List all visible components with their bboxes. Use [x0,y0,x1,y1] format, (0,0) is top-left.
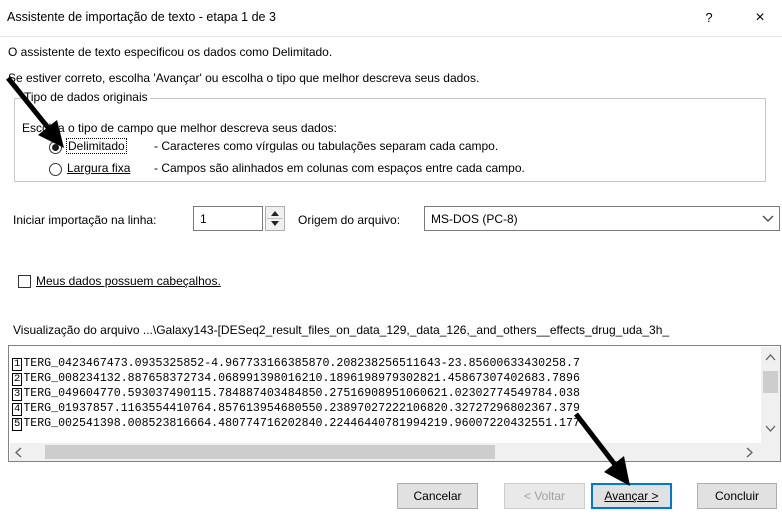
scrollbar-corner [761,435,780,461]
finish-button-label: Concluir [714,489,759,503]
preview-row-text: TERG_002541398.008523816664.480774716202… [23,417,580,430]
file-preview[interactable]: 1 TERG_0423467473.0935325852-4.9677331663… [8,345,781,462]
preview-label: Visualização do arquivo ...\Galaxy143-[D… [13,323,670,337]
preview-row-text: TERG_049604770.593037490115.784887403484… [23,387,580,400]
preview-row-number: 4 [12,403,23,416]
start-row-input[interactable]: 1 [193,206,263,231]
radio-fixed-width[interactable] [49,163,62,176]
preview-row-number: 5 [12,418,23,431]
scroll-up-icon[interactable] [765,353,776,361]
intro-line-1: O assistente de texto especificou os dad… [8,45,333,59]
preview-row-number: 3 [12,388,23,401]
finish-button[interactable]: Concluir [697,483,777,509]
start-row-label: Iniciar importação na linha: [13,213,157,227]
preview-row-number: 2 [12,373,23,386]
option-delimited-description: - Caracteres como vírgulas ou tabulações… [154,139,499,153]
file-origin-select[interactable]: MS-DOS (PC-8) [424,206,780,231]
cancel-button[interactable]: Cancelar [397,483,478,509]
preview-row-text: TERG_01937857.1163554410764.857613954680… [23,402,580,415]
headers-checkbox-label[interactable]: Meus dados possuem cabeçalhos. [36,274,221,288]
close-button[interactable]: × [748,7,772,29]
option-fixed-width-description: - Campos são alinhados em colunas com es… [154,161,525,175]
preview-horizontal-scrollbar[interactable] [10,443,761,461]
scroll-right-icon[interactable] [746,447,754,458]
window-title: Assistente de importação de texto - etap… [7,10,276,24]
file-origin-label: Origem do arquivo: [298,213,401,227]
preview-row: 3 TERG_049604770.593037490115.78488740348… [12,386,580,401]
preview-row: 2 TERG_008234132.887658372734.06899139801… [12,371,580,386]
option-fixed-width-label[interactable]: Largura fixa [67,161,130,175]
preview-row: 4 TERG_01937857.1163554410764.85761395468… [12,401,580,416]
spinner-arrows-icon [267,211,283,226]
chevron-down-icon [762,215,774,222]
preview-row-number: 1 [12,358,23,371]
start-row-value: 1 [200,212,207,226]
preview-row: 5 TERG_002541398.008523816664.48077471620… [12,416,580,431]
scroll-left-icon[interactable] [14,447,22,458]
headers-checkbox[interactable] [18,275,31,288]
scroll-down-icon[interactable] [765,425,776,433]
title-bar: Assistente de importação de texto - etap… [0,0,782,37]
preview-row: 1 TERG_0423467473.0935325852-4.9677331663… [12,356,580,371]
start-row-spinner[interactable] [265,206,285,231]
file-origin-value: MS-DOS (PC-8) [431,212,518,226]
preview-vertical-scrollbar[interactable] [761,347,780,435]
annotation-arrow-icon [574,412,630,486]
vertical-scroll-thumb[interactable] [763,371,778,393]
horizontal-scroll-thumb[interactable] [45,445,495,459]
annotation-arrow-icon [6,76,64,148]
help-button[interactable]: ? [698,8,720,28]
preview-row-text: TERG_0423467473.0935325852-4.96773316638… [23,357,580,370]
preview-row-text: TERG_008234132.887658372734.068991398016… [23,372,580,385]
